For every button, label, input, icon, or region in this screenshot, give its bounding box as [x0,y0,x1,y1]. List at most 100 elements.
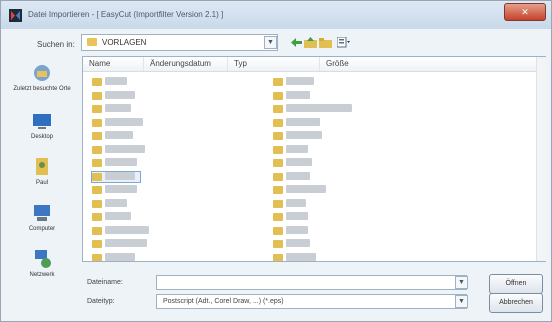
file-name [105,90,135,99]
folder-icon [273,132,283,140]
filename-label: Dateiname: [87,279,123,286]
file-item[interactable] [273,104,357,114]
file-item[interactable] [92,104,136,114]
file-name [105,185,137,193]
file-item[interactable] [273,198,311,209]
file-item[interactable] [273,185,331,195]
place-label: Desktop [30,134,53,140]
folder-icon [273,78,283,86]
folder-icon [92,105,102,113]
file-name [286,158,312,166]
folder-icon [273,91,283,100]
file-item[interactable] [273,77,319,87]
file-name [286,117,320,126]
folder-icon [273,240,283,248]
folder-icon [273,105,283,113]
folder-icon [273,226,283,235]
place-desktop[interactable]: Desktop [7,110,77,140]
file-item[interactable] [273,252,321,261]
file-item[interactable] [273,158,317,168]
file-item[interactable] [92,131,138,141]
file-item[interactable] [92,185,142,195]
file-name [105,131,133,139]
open-button[interactable]: Öffnen [489,274,543,294]
filetype-value: Postscript (Adt., Corel Draw, ...) (*.ep… [163,298,284,305]
file-name [105,212,131,220]
file-item[interactable] [92,117,148,128]
folder-icon [273,199,283,208]
place-label: Paul [35,180,48,186]
file-item[interactable] [92,212,136,222]
folder-icon [273,213,283,221]
file-list[interactable]: Name Änderungsdatum Typ Größe [82,56,546,262]
filename-dropdown-arrow[interactable]: ▼ [455,276,468,289]
file-item[interactable] [273,171,315,182]
cancel-button[interactable]: Abbrechen [489,293,543,313]
place-recent[interactable]: Zuletzt besuchte Orte [7,62,77,92]
file-item[interactable] [92,158,142,168]
file-name [286,252,316,261]
file-item[interactable] [92,144,150,155]
file-item[interactable] [273,239,315,249]
close-button[interactable]: ✕ [504,3,546,21]
file-name [105,104,131,112]
place-computer[interactable]: Computer [7,202,77,232]
up-folder-icon[interactable] [304,37,317,48]
user-folder-icon [36,158,48,175]
app-logo-icon [9,9,22,22]
file-name [105,158,137,166]
look-in-select[interactable]: VORLAGEN [81,34,278,51]
vertical-scrollbar[interactable] [536,57,546,261]
place-network[interactable]: Netzwerk [7,248,77,278]
folder-icon [273,253,283,261]
new-folder-icon[interactable] [319,37,332,48]
folder-icon [92,199,102,208]
filetype-select[interactable]: Postscript (Adt., Corel Draw, ...) (*.ep… [156,294,467,309]
file-name [105,225,149,234]
network-icon [35,250,51,268]
folder-icon [92,91,102,100]
file-item[interactable] [273,212,313,222]
folder-icon [92,186,102,194]
folder-icon [92,240,102,248]
column-header-size[interactable]: Größe [320,57,545,71]
file-name [286,171,310,180]
file-name [286,225,308,234]
column-header-type[interactable]: Typ [228,57,320,71]
place-paul[interactable]: Paul [7,156,77,186]
file-item[interactable] [92,225,154,236]
folder-icon [87,38,97,46]
folder-icon [273,118,283,127]
folder-icon [92,253,102,261]
file-name [286,239,310,247]
folder-icon [273,159,283,167]
file-item[interactable] [273,144,313,155]
file-item[interactable] [92,239,152,249]
file-item[interactable] [273,90,315,101]
file-item[interactable] [273,131,327,141]
file-name [286,77,314,85]
file-item[interactable] [273,225,313,236]
places-bar: Zuletzt besuchte Orte Desktop Paul Compu… [7,56,77,278]
filetype-dropdown-arrow[interactable]: ▼ [455,295,468,308]
place-label: Netzwerk [29,272,55,278]
column-header-name[interactable]: Name [83,57,144,71]
file-item[interactable] [92,77,132,87]
view-menu-icon[interactable] [337,37,350,48]
file-item[interactable] [92,198,132,209]
file-name [286,185,326,193]
file-item[interactable] [91,170,141,183]
file-item[interactable] [273,117,325,128]
look-in-dropdown-arrow[interactable]: ▼ [264,36,277,49]
file-name [105,171,135,180]
filename-input[interactable] [156,275,467,290]
file-item[interactable] [92,90,140,101]
file-name [105,117,143,126]
place-label: Zuletzt besuchte Orte [13,86,71,92]
folder-icon [273,145,283,154]
column-header-date[interactable]: Änderungsdatum [144,57,228,71]
desktop-icon [33,114,51,129]
back-icon[interactable] [290,37,303,48]
file-item[interactable] [92,252,140,261]
folder-icon [273,172,283,181]
